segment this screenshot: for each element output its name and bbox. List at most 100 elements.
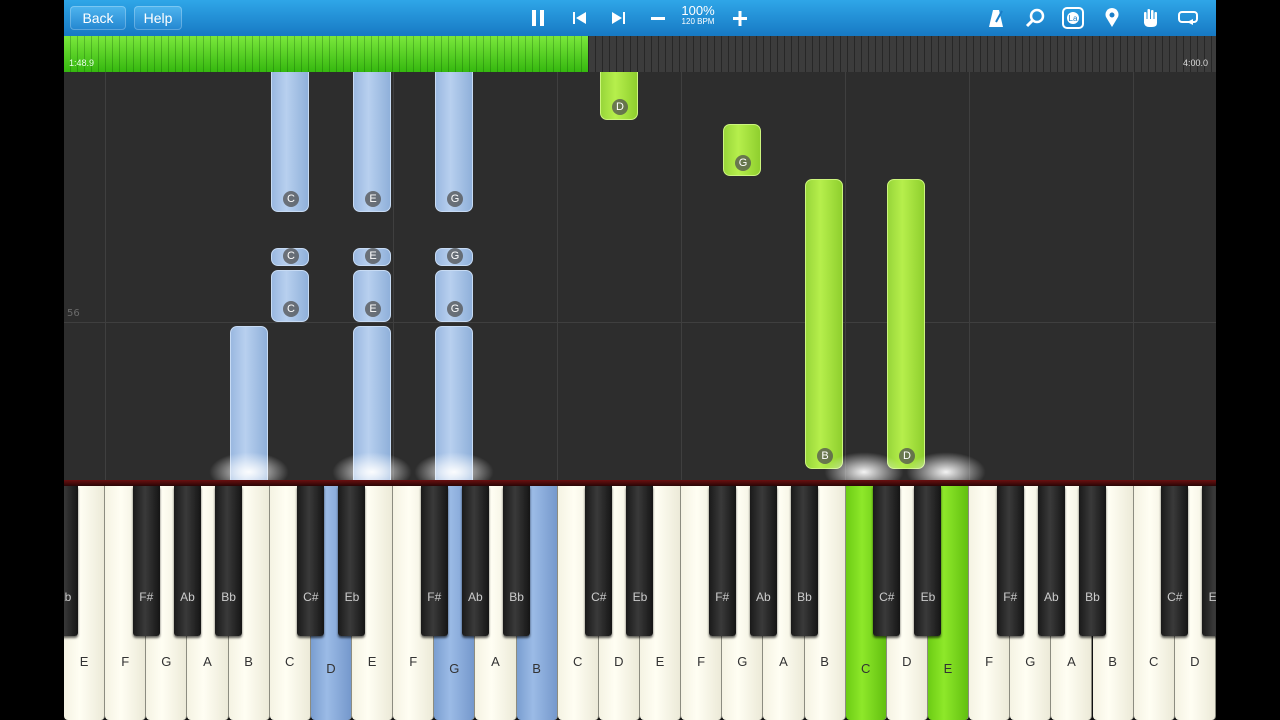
black-key[interactable]: Ab [173, 486, 201, 636]
grid-line [557, 72, 558, 480]
toolbar: Back Help 100% 120 BPM La [64, 0, 1216, 37]
song-timeline[interactable]: 1:48.9 4:00.0 [64, 36, 1216, 72]
key-label: Eb [64, 590, 72, 604]
note-label: E [365, 248, 381, 264]
black-key[interactable]: Bb [791, 486, 819, 636]
grid-line [969, 72, 970, 480]
black-key[interactable]: Eb [914, 486, 942, 636]
key-label: F [409, 654, 418, 669]
key-label: C [1148, 654, 1159, 669]
key-label: B [820, 654, 829, 669]
tempo-increase-button[interactable] [726, 4, 754, 32]
note-block: E [353, 270, 391, 322]
measure-number: 56 [67, 308, 80, 319]
skip-forward-button[interactable] [604, 4, 632, 32]
key-label: E [943, 661, 953, 676]
key-hit-spark [209, 452, 289, 480]
note-block: G [723, 124, 761, 176]
note-labels-icon: La [1062, 7, 1084, 29]
black-key[interactable]: F# [132, 486, 160, 636]
note-label: E [365, 191, 381, 207]
grid-line [681, 72, 682, 480]
help-button-label: Help [143, 10, 173, 26]
black-key[interactable]: F# [708, 486, 736, 636]
black-key[interactable]: F# [996, 486, 1024, 636]
key-label: F# [139, 590, 154, 604]
key-label: Ab [756, 590, 771, 604]
black-key[interactable]: Eb [338, 486, 366, 636]
piano-keyboard[interactable]: E F G A B C D E F G A B C D E F G A B C D E F G A B C D Eb F# Ab Bb C# Eb… [64, 480, 1216, 720]
key-label: F [121, 654, 130, 669]
black-key[interactable]: Bb [503, 486, 531, 636]
key-hit-spark [414, 452, 494, 480]
black-key[interactable]: F# [420, 486, 448, 636]
black-key[interactable]: Bb [215, 486, 243, 636]
key-label: Bb [797, 590, 812, 604]
black-key[interactable]: C# [585, 486, 613, 636]
key-label: F# [1003, 590, 1018, 604]
black-key[interactable]: C# [297, 486, 325, 636]
back-button[interactable]: Back [70, 6, 126, 30]
key-label: G [737, 654, 748, 669]
note-block: G [435, 248, 473, 266]
note-block: E [353, 72, 391, 212]
skip-forward-icon [612, 12, 625, 24]
key-label: Bb [509, 590, 524, 604]
key-label: Eb [344, 590, 360, 604]
black-key[interactable]: C# [1161, 486, 1189, 636]
note-block: D [887, 179, 925, 469]
pause-button[interactable] [524, 4, 552, 32]
timeline-progress [64, 36, 589, 72]
key-label: Bb [1085, 590, 1100, 604]
key-label: C# [303, 590, 319, 604]
key-label: F [985, 654, 994, 669]
black-key[interactable]: Eb [1202, 486, 1216, 636]
key-label: C [573, 654, 583, 669]
key-label: D [902, 654, 912, 669]
key-label: C [861, 661, 871, 676]
key-label: Bb [221, 590, 236, 604]
black-key[interactable]: Ab [461, 486, 489, 636]
total-time: 4:00.0 [1182, 58, 1208, 68]
metronome-button[interactable] [982, 4, 1010, 32]
tempo-bpm: 120 BPM [681, 17, 715, 26]
grid-line [1133, 72, 1134, 480]
search-button[interactable] [1021, 4, 1049, 32]
note-block: G [435, 72, 473, 212]
search-icon [1025, 8, 1045, 28]
pause-icon [532, 10, 544, 26]
black-key[interactable]: Eb [626, 486, 654, 636]
rewind-button[interactable] [566, 4, 594, 32]
note-label: C [283, 301, 299, 317]
note-label: C [283, 191, 299, 207]
note-block: C [271, 270, 309, 322]
black-key[interactable]: Bb [1079, 486, 1106, 636]
key-label: Eb [1208, 590, 1216, 604]
black-key[interactable]: Eb [64, 486, 78, 636]
hand-select-button[interactable] [1136, 4, 1164, 32]
help-button[interactable]: Help [134, 6, 182, 30]
note-labels-button[interactable]: La [1059, 4, 1087, 32]
rewind-icon [573, 12, 586, 24]
bookmark-pin-icon [1105, 8, 1119, 27]
black-key[interactable]: Ab [1037, 486, 1065, 636]
note-label: E [365, 301, 381, 317]
note-block: E [353, 248, 391, 266]
black-key[interactable]: C# [873, 486, 901, 636]
key-label: G [449, 661, 460, 676]
key-label: B [1108, 654, 1117, 669]
loop-button[interactable] [1174, 4, 1202, 32]
key-label: F# [427, 590, 442, 604]
tempo-display: 100% 120 BPM [668, 4, 728, 26]
note-label: G [447, 301, 463, 317]
bookmark-button[interactable] [1098, 4, 1126, 32]
note-label: G [735, 155, 751, 171]
key-label: G [1025, 654, 1036, 669]
back-button-label: Back [82, 10, 114, 26]
key-label: C# [879, 590, 895, 604]
key-label: A [779, 654, 788, 669]
grid-line [845, 72, 846, 480]
note-block: B [805, 179, 843, 469]
key-label: F# [715, 590, 730, 604]
black-key[interactable]: Ab [749, 486, 777, 636]
